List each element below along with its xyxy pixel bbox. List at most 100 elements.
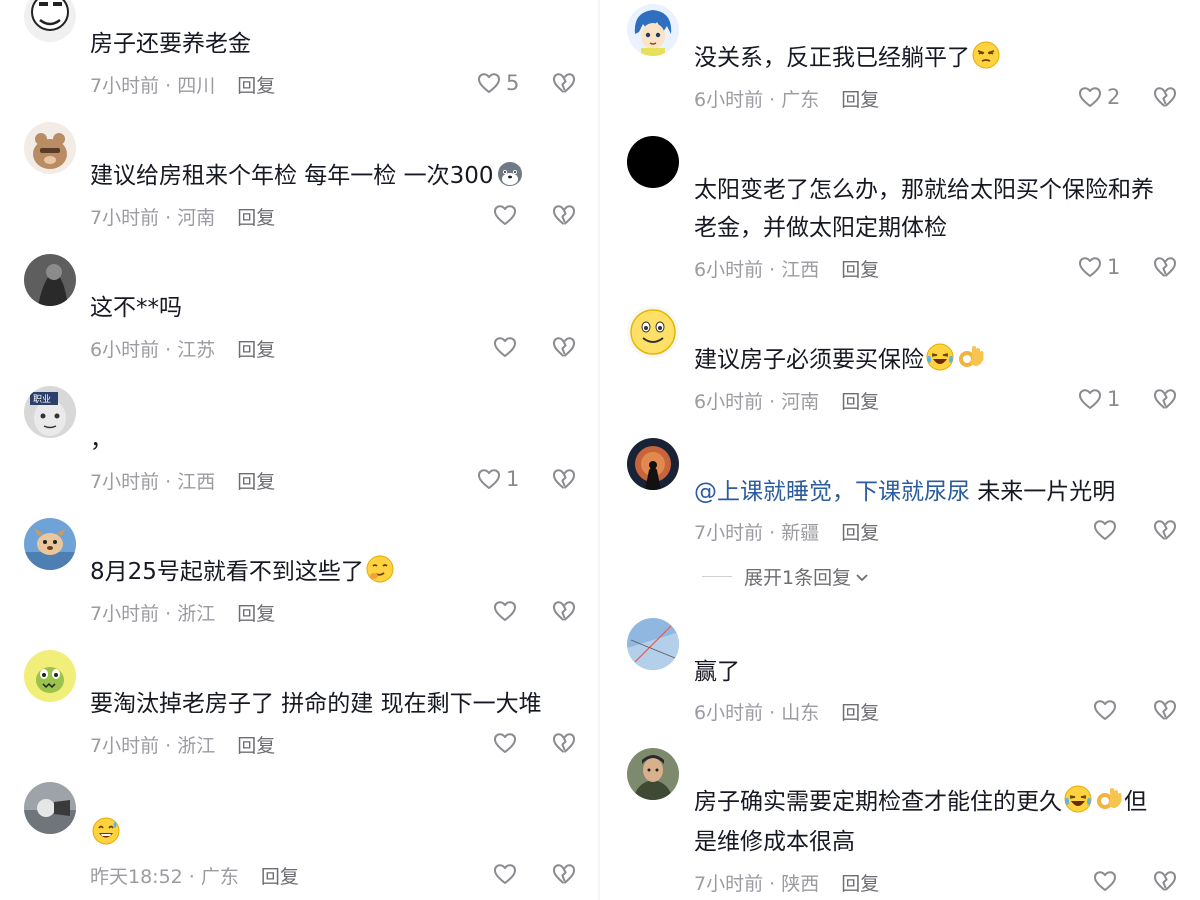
svg-text:职业: 职业 bbox=[33, 394, 51, 405]
avatar[interactable] bbox=[627, 748, 679, 800]
dislike-button[interactable] bbox=[1152, 517, 1178, 543]
expand-replies-button[interactable]: 展开1条回复 bbox=[702, 563, 870, 590]
avatar[interactable] bbox=[24, 518, 76, 570]
like-button[interactable]: 1 bbox=[1077, 384, 1120, 414]
dislike-button[interactable] bbox=[551, 70, 577, 96]
comment-meta: 6小时前 · 广东 回复 bbox=[694, 85, 879, 112]
comment-time-location: 7小时前 · 河南 bbox=[90, 207, 216, 229]
reply-button[interactable]: 回复 bbox=[237, 603, 275, 625]
reply-button[interactable]: 回复 bbox=[237, 75, 275, 97]
avatar[interactable] bbox=[627, 136, 679, 188]
like-button[interactable] bbox=[492, 200, 522, 230]
dislike-button[interactable] bbox=[1152, 254, 1178, 280]
comment-text-line2: 是维修成本很高 bbox=[694, 829, 855, 855]
reply-button[interactable]: 回复 bbox=[237, 471, 275, 493]
dislike-button[interactable] bbox=[1152, 84, 1178, 110]
comment-text: 要淘汰掉老房子了 拼命的建 现在剩下一大堆 bbox=[90, 691, 542, 717]
like-button[interactable]: 1 bbox=[476, 464, 519, 494]
dislike-button[interactable] bbox=[1152, 868, 1178, 894]
ok-hand-emoji bbox=[956, 342, 986, 372]
reply-button[interactable]: 回复 bbox=[841, 89, 879, 111]
reply-button[interactable]: 回复 bbox=[841, 702, 879, 724]
heart-outline-icon bbox=[492, 334, 518, 360]
avatar[interactable] bbox=[24, 650, 76, 702]
heart-outline-icon bbox=[1077, 254, 1103, 280]
avatar[interactable] bbox=[24, 122, 76, 174]
dog-emoji bbox=[495, 158, 525, 188]
like-button[interactable] bbox=[1092, 695, 1122, 725]
dislike-button[interactable] bbox=[1152, 697, 1178, 723]
comment-text: 建议房子必须要买保险 bbox=[694, 342, 986, 379]
heart-outline-icon bbox=[492, 730, 518, 756]
comment-text: 建议给房租来个年检 每年一检 一次300 bbox=[90, 158, 525, 195]
user-mention-link[interactable]: @上课就睡觉，下课就尿尿 bbox=[694, 479, 970, 505]
comment-meta: 6小时前 · 江西 回复 bbox=[694, 255, 879, 282]
reply-button[interactable]: 回复 bbox=[841, 391, 879, 413]
dislike-button[interactable] bbox=[1152, 386, 1178, 412]
reply-button[interactable]: 回复 bbox=[237, 339, 275, 361]
reply-button[interactable]: 回复 bbox=[237, 207, 275, 229]
comment-column-right: 没关系，反正我已经躺平了 6小时前 · 广东 回复 2 太阳变老了怎么办，那就给太… bbox=[600, 0, 1200, 900]
chevron-down-icon bbox=[856, 573, 868, 581]
like-button[interactable] bbox=[492, 596, 522, 626]
reply-button[interactable]: 回复 bbox=[841, 873, 879, 895]
avatar[interactable] bbox=[24, 782, 76, 834]
like-button[interactable] bbox=[1092, 866, 1122, 896]
comment-column-left: 房子还要养老金 7小时前 · 四川 回复 5 建议给房租来个年检 每年一检 一次3… bbox=[0, 0, 600, 900]
like-button[interactable]: 1 bbox=[1077, 252, 1120, 282]
broken-heart-icon bbox=[551, 70, 577, 96]
avatar[interactable]: 职业 bbox=[24, 386, 76, 438]
like-button[interactable]: 5 bbox=[476, 68, 519, 98]
comment-text: 这不**吗 bbox=[90, 295, 182, 321]
comment-time-location: 6小时前 · 河南 bbox=[694, 391, 820, 413]
comment-time-location: 7小时前 · 新疆 bbox=[694, 522, 820, 544]
comment-time-location: 7小时前 · 四川 bbox=[90, 75, 216, 97]
broken-heart-icon bbox=[1152, 517, 1178, 543]
comment-meta: 昨天18:52 · 广东 回复 bbox=[90, 862, 299, 889]
broken-heart-icon bbox=[1152, 254, 1178, 280]
dislike-button[interactable] bbox=[551, 334, 577, 360]
reply-button[interactable]: 回复 bbox=[841, 259, 879, 281]
broken-heart-icon bbox=[551, 598, 577, 624]
expand-replies-label: 展开1条回复 bbox=[744, 567, 852, 589]
dislike-button[interactable] bbox=[551, 466, 577, 492]
avatar[interactable] bbox=[627, 618, 679, 670]
avatar[interactable] bbox=[627, 306, 679, 358]
like-button[interactable] bbox=[1092, 515, 1122, 545]
like-button[interactable] bbox=[492, 859, 522, 889]
like-button[interactable] bbox=[492, 728, 522, 758]
avatar[interactable] bbox=[24, 254, 76, 306]
dislike-button[interactable] bbox=[551, 730, 577, 756]
reply-button[interactable]: 回复 bbox=[237, 735, 275, 757]
comment-meta: 7小时前 · 陕西 回复 bbox=[694, 869, 879, 896]
broken-heart-icon bbox=[1152, 386, 1178, 412]
comment-text: 赢了 bbox=[694, 659, 740, 685]
dislike-button[interactable] bbox=[551, 202, 577, 228]
reply-button[interactable]: 回复 bbox=[841, 522, 879, 544]
comment-time-location: 6小时前 · 江西 bbox=[694, 259, 820, 281]
like-button[interactable] bbox=[492, 332, 522, 362]
ok-hand-emoji bbox=[1094, 784, 1124, 814]
avatar[interactable] bbox=[627, 4, 679, 56]
broken-heart-icon bbox=[551, 861, 577, 887]
avatar[interactable] bbox=[627, 438, 679, 490]
comment-time-location: 6小时前 · 广东 bbox=[694, 89, 820, 111]
reply-button[interactable]: 回复 bbox=[261, 866, 299, 888]
broken-heart-icon bbox=[1152, 868, 1178, 894]
comment-meta: 6小时前 · 河南 回复 bbox=[694, 387, 879, 414]
like-count: 1 bbox=[1107, 387, 1121, 411]
like-count: 1 bbox=[1107, 255, 1121, 279]
avatar[interactable] bbox=[24, 0, 76, 42]
sweat-smile-emoji bbox=[91, 816, 121, 846]
dislike-button[interactable] bbox=[551, 861, 577, 887]
laugh-cry-emoji bbox=[1063, 784, 1093, 814]
laugh-cry-emoji bbox=[925, 342, 955, 372]
divider bbox=[702, 576, 732, 577]
heart-outline-icon bbox=[492, 598, 518, 624]
heart-outline-icon bbox=[1092, 697, 1118, 723]
smirk-emoji bbox=[365, 554, 395, 584]
comment-time-location: 6小时前 · 江苏 bbox=[90, 339, 216, 361]
heart-outline-icon bbox=[1077, 84, 1103, 110]
like-button[interactable]: 2 bbox=[1077, 82, 1120, 112]
dislike-button[interactable] bbox=[551, 598, 577, 624]
